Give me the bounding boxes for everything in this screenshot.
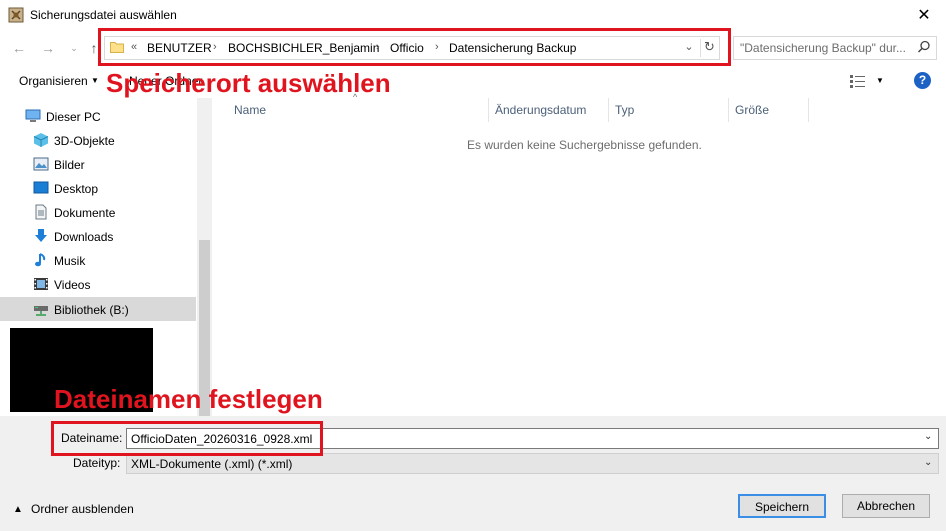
sidebar-item-videos[interactable]: Videos — [0, 272, 196, 296]
music-icon — [33, 252, 49, 268]
column-header-type[interactable]: Typ — [615, 103, 634, 117]
cube-icon — [33, 132, 49, 148]
pictures-icon — [33, 156, 49, 172]
close-icon[interactable]: ✕ — [902, 0, 946, 30]
column-divider[interactable] — [728, 98, 729, 122]
sidebar-item-library-b[interactable]: Bibliothek (B:) — [0, 297, 196, 321]
sidebar-item-label: Desktop — [54, 182, 99, 196]
organize-menu[interactable]: Organisieren — [19, 74, 88, 88]
sidebar-item-label: Bibliothek (B:) — [54, 303, 129, 317]
sidebar-item-label: Bilder — [54, 158, 85, 172]
sidebar-item-label: Dokumente — [54, 206, 116, 220]
empty-results-message: Es wurden keine Suchergebnisse gefunden. — [467, 138, 702, 152]
sidebar-item-this-pc[interactable]: Dieser PC — [0, 104, 196, 128]
column-header-modified[interactable]: Änderungsdatum — [495, 103, 586, 117]
app-icon — [8, 7, 24, 23]
sidebar-item-3d-objects[interactable]: 3D-Objekte — [0, 128, 196, 152]
chevron-down-icon[interactable]: ▼ — [876, 76, 884, 85]
sidebar-item-documents[interactable]: Dokumente — [0, 200, 196, 224]
chevron-down-icon[interactable]: ⌄ — [924, 431, 932, 442]
view-options-icon[interactable] — [850, 74, 866, 88]
download-icon — [33, 228, 49, 244]
annotation-location: Speicherort auswählen — [106, 68, 391, 98]
network-drive-icon — [33, 301, 49, 317]
highlight-box-address — [98, 28, 731, 66]
column-divider[interactable] — [488, 98, 489, 122]
pc-icon — [25, 108, 41, 124]
sidebar-item-label: 3D-Objekte — [54, 134, 115, 148]
recent-locations-chevron-icon[interactable]: ⌄ — [64, 38, 84, 58]
sidebar-item-label: Dieser PC — [46, 110, 101, 124]
column-header-size[interactable]: Größe — [735, 103, 769, 117]
sidebar-item-music[interactable]: Musik — [0, 248, 196, 272]
column-divider[interactable] — [808, 98, 809, 122]
sidebar-item-desktop[interactable]: Desktop — [0, 176, 196, 200]
chevron-up-icon[interactable]: ▲ — [13, 504, 23, 515]
sidebar-item-pictures[interactable]: Bilder — [0, 152, 196, 176]
forward-arrow-icon[interactable]: → — [38, 38, 58, 58]
filetype-select[interactable]: XML-Dokumente (.xml) (*.xml) — [126, 453, 939, 474]
column-divider[interactable] — [608, 98, 609, 122]
video-icon — [33, 276, 49, 292]
save-button[interactable]: Speichern — [738, 494, 826, 518]
search-icon[interactable] — [917, 40, 931, 54]
filetype-label: Dateityp: — [73, 456, 121, 470]
chevron-down-icon[interactable]: ▼ — [91, 76, 99, 85]
annotation-filename: Dateinamen festlegen — [54, 384, 323, 414]
search-input[interactable]: "Datensicherung Backup" dur... — [740, 41, 910, 55]
column-header-name[interactable]: Name — [234, 103, 266, 117]
window-title: Sicherungsdatei auswählen — [30, 8, 177, 22]
sidebar-item-label: Videos — [54, 278, 91, 292]
chevron-down-icon[interactable]: ⌄ — [924, 457, 932, 468]
cancel-button[interactable]: Abbrechen — [842, 494, 930, 518]
help-icon[interactable]: ? — [914, 72, 931, 89]
sidebar-item-label: Downloads — [54, 230, 114, 244]
hide-folders-button[interactable]: Ordner ausblenden — [31, 502, 134, 516]
desktop-icon — [33, 180, 49, 196]
sidebar-item-downloads[interactable]: Downloads — [0, 224, 196, 248]
highlight-box-filename — [51, 421, 323, 456]
documents-icon — [33, 204, 49, 220]
back-arrow-icon[interactable]: ← — [9, 38, 29, 58]
sidebar-item-label: Musik — [54, 254, 86, 268]
